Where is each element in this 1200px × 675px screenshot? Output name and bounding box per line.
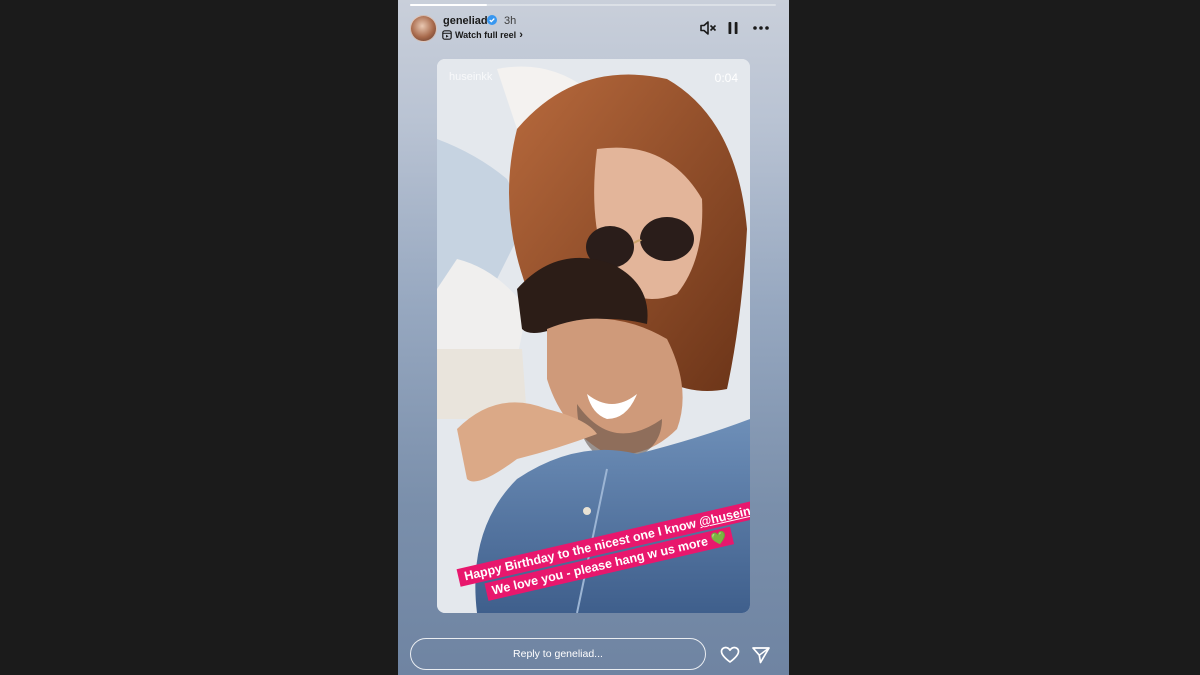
- story-time-ago: 3h: [504, 15, 517, 27]
- reel-icon: [442, 30, 452, 40]
- watch-full-reel-link[interactable]: Watch full reel ›: [442, 29, 523, 41]
- speaker-muted-icon[interactable]: [698, 18, 718, 38]
- story-progress-fill: [410, 4, 487, 6]
- story-username[interactable]: geneliad: [443, 15, 488, 27]
- reply-placeholder: Reply to geneliad...: [513, 648, 603, 660]
- reply-input[interactable]: Reply to geneliad...: [410, 638, 706, 670]
- send-icon[interactable]: [751, 645, 771, 665]
- more-options-icon[interactable]: [751, 18, 771, 38]
- pause-icon[interactable]: [723, 18, 743, 38]
- heart-icon[interactable]: [720, 645, 740, 665]
- video-duration: 0:04: [714, 71, 738, 85]
- chevron-right-icon: ›: [519, 29, 523, 41]
- watch-full-reel-label: Watch full reel: [455, 30, 517, 40]
- verified-badge-icon: [487, 15, 497, 25]
- story-progress-bar: [410, 4, 776, 6]
- reel-watermark: huseinkk: [449, 71, 493, 83]
- story-viewer: geneliad 3h Watch full reel › huseinkk 0…: [398, 0, 789, 675]
- story-media[interactable]: huseinkk 0:04 Happy Birthday to the nice…: [437, 59, 750, 613]
- avatar[interactable]: [410, 15, 437, 42]
- green-heart-emoji: 💚: [709, 529, 728, 548]
